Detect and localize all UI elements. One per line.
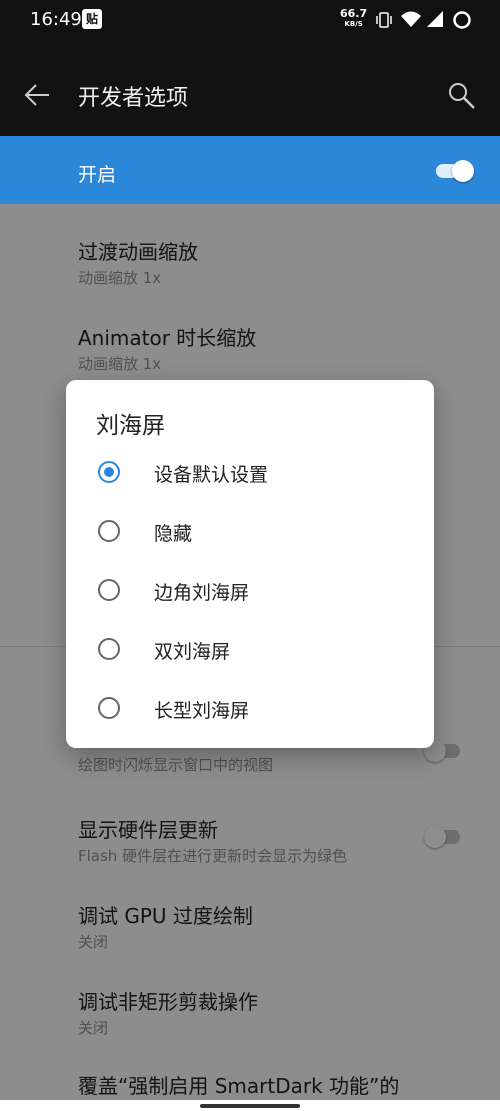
radio-unselected-icon[interactable]: [98, 520, 120, 542]
notification-icon: 贴: [82, 9, 102, 29]
switch-label: 开启: [78, 164, 117, 186]
search-icon[interactable]: [446, 80, 478, 112]
option-label: 边角刘海屏: [154, 582, 250, 604]
navigation-bar: [0, 1100, 500, 1111]
developer-options-switch-row[interactable]: 开启: [0, 136, 500, 204]
master-toggle[interactable]: [436, 160, 476, 182]
option-tall-notch[interactable]: 长型刘海屏: [66, 684, 434, 736]
wifi-icon: [401, 11, 421, 27]
dialog-title: 刘海屏: [96, 413, 165, 439]
option-double-notch[interactable]: 双刘海屏: [66, 625, 434, 677]
status-bar: 16:49 贴 66.7 KB/S: [0, 0, 500, 40]
radio-unselected-icon[interactable]: [98, 697, 120, 719]
option-hide[interactable]: 隐藏: [66, 507, 434, 559]
page-title: 开发者选项: [78, 86, 189, 111]
option-label: 双刘海屏: [154, 641, 231, 663]
status-time: 16:49: [30, 9, 82, 30]
net-speed: 66.7 KB/S: [340, 7, 368, 28]
radio-unselected-icon[interactable]: [98, 638, 120, 660]
app-bar: 开发者选项: [0, 40, 500, 136]
option-label: 长型刘海屏: [154, 700, 250, 722]
vibrate-icon: [376, 12, 392, 28]
option-device-default[interactable]: 设备默认设置: [66, 448, 434, 500]
arrow-left-icon[interactable]: [22, 80, 52, 110]
signal-icon: [427, 11, 443, 27]
radio-selected-icon[interactable]: [98, 461, 120, 483]
option-label: 隐藏: [154, 523, 193, 545]
home-gesture-bar[interactable]: [200, 1104, 300, 1108]
notch-dialog: 刘海屏 设备默认设置 隐藏 边角刘海屏 双刘海屏 长型刘海屏: [66, 380, 434, 748]
radio-unselected-icon[interactable]: [98, 579, 120, 601]
option-corner-notch[interactable]: 边角刘海屏: [66, 566, 434, 618]
battery-icon: [453, 11, 471, 29]
option-label: 设备默认设置: [154, 464, 269, 486]
